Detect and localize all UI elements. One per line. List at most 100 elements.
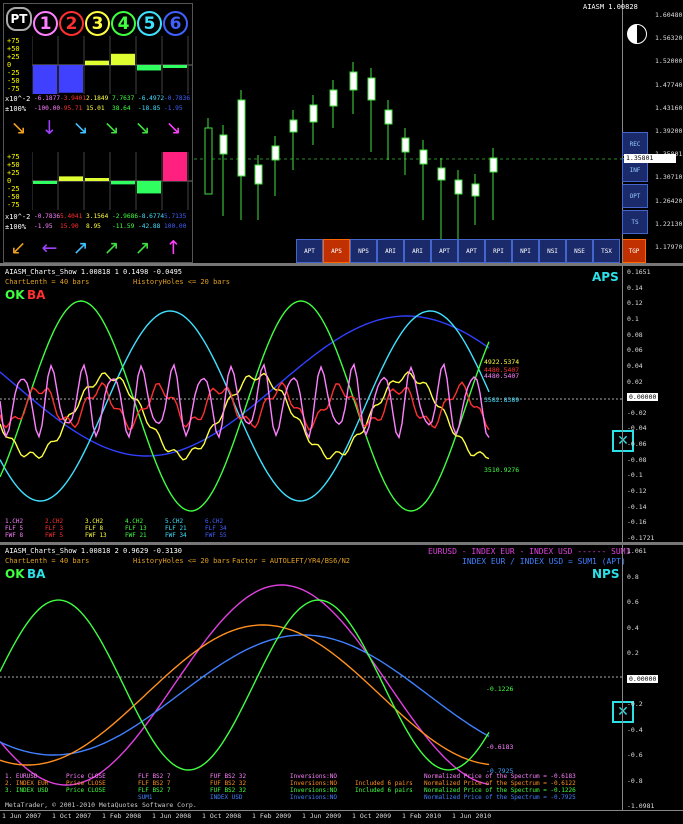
number-button-1[interactable]: 1 (33, 11, 58, 36)
nps-legend-c: SUM1 (138, 794, 153, 801)
side-button-rec[interactable]: REC (622, 132, 648, 156)
nps-scale-tick: 1.061 (627, 547, 647, 555)
candle-body (329, 89, 338, 107)
aps-legend-ch: 3.CH2 (85, 518, 104, 525)
aps-scale-tick: -0.12 (627, 487, 647, 496)
panel2-scale-tick: +50 (7, 161, 20, 169)
price-chart-pane[interactable]: PT 123456 +75 +50 +25 0 -25 -50 -75 x10^-2 -6.… (0, 0, 646, 263)
nps-legend-b: Price CLOSE (66, 773, 106, 780)
aps-line-label: 4480.5407 (484, 372, 520, 380)
nps-legend-f: Included 6 pairs (355, 787, 413, 794)
nps-legend-d: FUF BS2 32 (210, 787, 247, 794)
pt-badge[interactable]: PT (6, 7, 32, 31)
aps-scale-tick: 0.1 (627, 314, 639, 323)
panel2-scale-tick: +25 (7, 169, 20, 177)
nps-legend-e: Inversions:NO (290, 787, 337, 794)
panel1-row_a-value: -6.1877 (34, 95, 61, 102)
number-button-4[interactable]: 4 (111, 11, 136, 36)
side-button-opt[interactable]: OPT (622, 184, 648, 208)
mode-button-nsi[interactable]: NSI (539, 239, 566, 263)
panel2-row_a-value: 3.1564 (86, 213, 109, 220)
panel1-scale-tick: -75 (7, 85, 20, 93)
aps-scale-tick: 0.14 (627, 283, 643, 292)
nps-legend-g: Normalized Price of the Spectrum = -0.61… (424, 780, 576, 787)
mode-button-npi[interactable]: NPI (512, 239, 539, 263)
nps-legend-d: INDEX USD (210, 794, 243, 801)
aps-scale-tick: -0.16 (627, 518, 647, 527)
panel1-strength-bar (59, 65, 83, 93)
nps-legend-a: 1. EURUSD (5, 773, 38, 780)
strength-panel-1: +75 +50 +25 0 -25 -50 -75 (4, 36, 192, 94)
panel2-row_a-value: -8.6774 (138, 213, 165, 220)
panel2-row_b-value: -1.95 (34, 223, 53, 230)
candle-body (489, 157, 498, 173)
price-tick: 1.22130 (655, 219, 683, 228)
aps-scale-tick: -0.1 (627, 471, 643, 480)
number-button-2[interactable]: 2 (59, 11, 84, 36)
aps-scale-tick: -0.1721 (627, 534, 655, 542)
nps-legend-c: FLF BS2 7 (138, 773, 171, 780)
number-button-3[interactable]: 3 (85, 11, 110, 36)
panel1-row_b-value: -1.95 (164, 105, 183, 112)
nps-factor: Factor = AUTOLEFT/YR4/BS6/N2 (232, 557, 351, 565)
arrow-icon: ↗ (134, 237, 151, 259)
price-tick: 1.56320 (655, 34, 683, 43)
candle-body (309, 104, 318, 123)
side-button-ts[interactable]: TS (622, 210, 648, 234)
panel2-strength-bar (59, 176, 83, 181)
aps-legend-flf: FLF 3 (45, 525, 64, 532)
mode-button-apt[interactable]: APT (296, 239, 323, 263)
panel1-row_a-value: 7.7637 (112, 95, 135, 102)
panel1-row_b-value: -18.85 (138, 105, 161, 112)
candle-body (237, 99, 246, 177)
mode-button-tsx[interactable]: TSX (593, 239, 620, 263)
panel1-scale-tick: -25 (7, 69, 20, 77)
panel1-values-row-a: x10^-2 -6.1877 -3.9401 2.1849 7.7637 -6.4972… (5, 95, 191, 103)
mode-button-ari[interactable]: ARI (377, 239, 404, 263)
nps-chart-length: ChartLenth = 40 bars (5, 557, 90, 565)
candle-body (454, 179, 463, 195)
panel1-scale-tick: +50 (7, 45, 20, 53)
nps-indicator-pane[interactable]: AIASM_Charts_Show 1.00818 2 0.9629 -0.31… (0, 545, 634, 810)
number-button-6[interactable]: 6 (163, 11, 188, 36)
panel1-row_a-value: -6.4972 (138, 95, 165, 102)
date-tick: 1 Jun 2007 (2, 812, 42, 820)
mode-button-nse[interactable]: NSE (566, 239, 593, 263)
spectrum-line (0, 634, 490, 756)
number-button-5[interactable]: 5 (137, 11, 162, 36)
aps-scale-tick: -0.04 (627, 424, 647, 433)
aps-indicator-pane[interactable]: AIASM_Charts_Show 1.00818 1 0.1498 -0.04… (0, 266, 634, 542)
nps-legend-e: Inversions:NO (290, 794, 337, 801)
panel2-scale-tick: -50 (7, 193, 20, 201)
panel2-row_a-value: 5.4041 (60, 213, 83, 220)
mode-button-apt[interactable]: APT (431, 239, 458, 263)
aps-legend-fwf: FWF 13 (85, 532, 107, 539)
arrow-icon: ↗ (72, 237, 89, 259)
panel2-strength-bar (111, 181, 135, 185)
nps-legend-f: Included 6 pairs (355, 780, 413, 787)
aps-scale-tick: -0.02 (627, 408, 647, 417)
price-tick: 1.60480 (655, 11, 683, 19)
mode-button-ari[interactable]: ARI (404, 239, 431, 263)
panel1-strength-bar (85, 60, 109, 65)
yin-yang-icon[interactable] (627, 24, 647, 44)
panel1-strength-bar (137, 65, 161, 71)
panel2-row_b-value: 15.90 (60, 223, 79, 230)
mode-button-nps[interactable]: NPS (350, 239, 377, 263)
spectrum-line (0, 381, 490, 431)
panel1-strength-bar (163, 65, 187, 68)
mode-button-aps[interactable]: APS (323, 239, 350, 263)
nps-ok-label: OK (5, 567, 25, 581)
candle-body (419, 149, 428, 165)
aps-scale-tick: 0.06 (627, 346, 643, 355)
aps-header: AIASM_Charts_Show 1.00818 1 0.1498 -0.04… (5, 268, 183, 276)
candle-body (401, 137, 410, 153)
aps-tag: APS (592, 270, 619, 284)
price-tick: 1.52000 (655, 57, 683, 66)
panel1-strength-bar (33, 65, 57, 94)
mode-button-apt[interactable]: APT (458, 239, 485, 263)
candle-body (204, 127, 213, 195)
nps-scale: 1.061 0.8 0.6 0.4 0.2 0.00000 -0.2 -0.4 -0.6 -0.8… (622, 545, 683, 810)
mode-button-rpi[interactable]: RPI (485, 239, 512, 263)
copyright: MetaTrader, © 2001-2010 MetaQuotes Softw… (5, 801, 197, 809)
